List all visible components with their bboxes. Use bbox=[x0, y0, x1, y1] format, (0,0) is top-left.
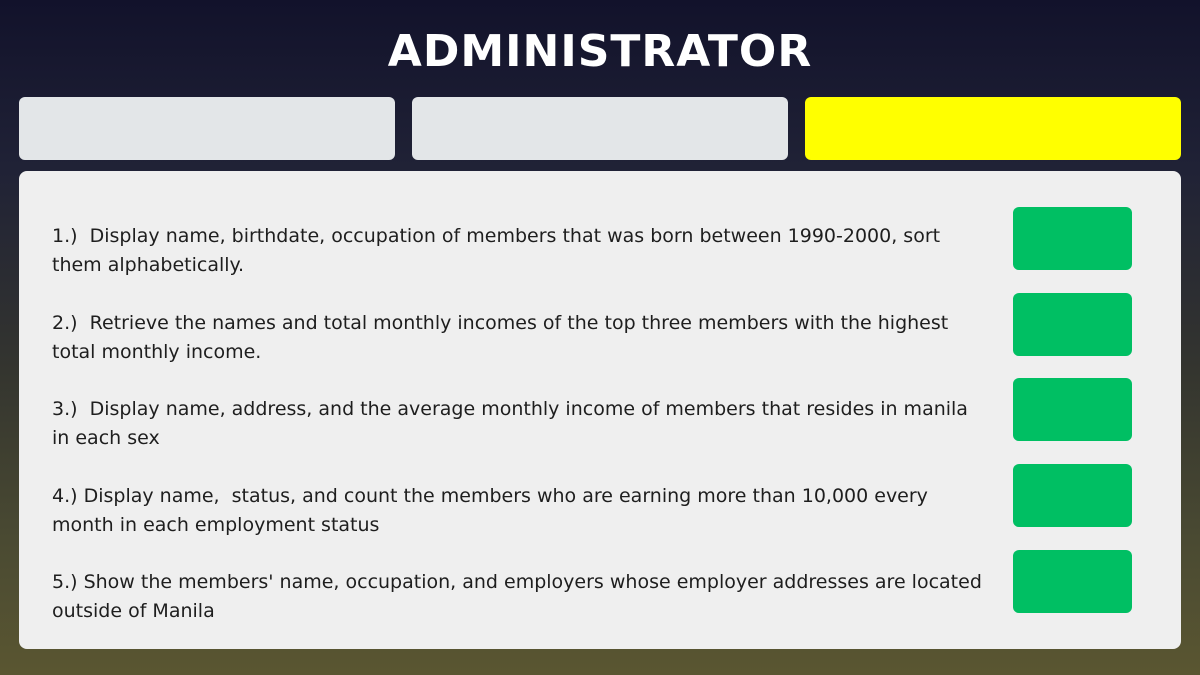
tab-1[interactable] bbox=[19, 97, 395, 160]
query-2-run-button[interactable] bbox=[1013, 293, 1132, 356]
query-1-run-button[interactable] bbox=[1013, 207, 1132, 270]
query-2-text: 2.) Retrieve the names and total monthly… bbox=[52, 312, 955, 363]
tab-2[interactable] bbox=[412, 97, 788, 160]
query-4-run-button[interactable] bbox=[1013, 464, 1132, 527]
query-5-run-button[interactable] bbox=[1013, 550, 1132, 613]
queries-panel: 1.) Display name, birthdate, occupation … bbox=[19, 171, 1181, 649]
query-1-text: 1.) Display name, birthdate, occupation … bbox=[52, 225, 947, 276]
query-4-text: 4.) Display name, status, and count the … bbox=[52, 485, 934, 536]
query-3-text: 3.) Display name, address, and the avera… bbox=[52, 398, 974, 449]
query-3-run-button[interactable] bbox=[1013, 378, 1132, 441]
tab-3-active[interactable] bbox=[805, 97, 1181, 160]
page-title: ADMINISTRATOR bbox=[387, 26, 813, 77]
query-5-text: 5.) Show the members' name, occupation, … bbox=[52, 571, 988, 622]
